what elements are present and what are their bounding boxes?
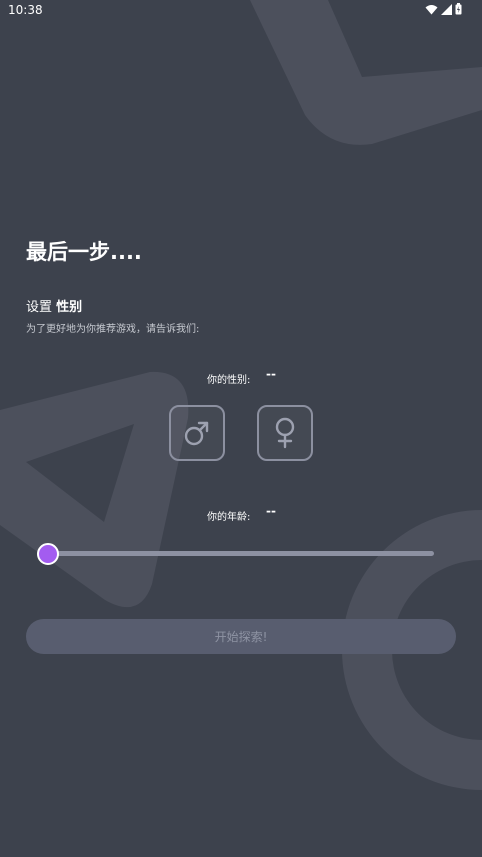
age-slider-thumb[interactable] (37, 543, 59, 565)
age-label: 你的年龄: (207, 512, 251, 523)
section-title: 设置 性别 (26, 296, 82, 315)
female-button[interactable] (257, 405, 313, 461)
wifi-icon (425, 4, 438, 14)
bg-shape-triangle-left (0, 371, 189, 608)
section-subtitle: 为了更好地为你推荐游戏，请告诉我们: (26, 324, 200, 335)
age-value: -- (266, 504, 276, 518)
status-time: 10:38 (8, 3, 43, 17)
male-button[interactable] (169, 405, 225, 461)
age-slider-track[interactable] (48, 551, 434, 556)
battery-icon (455, 3, 462, 15)
page-title: 最后一步.... (26, 240, 142, 264)
gender-value: -- (266, 367, 276, 381)
section-title-strong: 性别 (56, 300, 83, 315)
gender-label: 你的性别: (207, 375, 251, 386)
female-symbol-icon (275, 417, 295, 449)
start-explore-button[interactable]: 开始探索! (26, 619, 456, 654)
status-bar: 10:38 (0, 0, 482, 22)
background-decoration (0, 0, 482, 790)
status-icons (425, 3, 462, 15)
section-title-prefix: 设置 (26, 300, 57, 315)
male-symbol-icon (184, 421, 209, 446)
cellular-signal-icon (441, 3, 452, 15)
